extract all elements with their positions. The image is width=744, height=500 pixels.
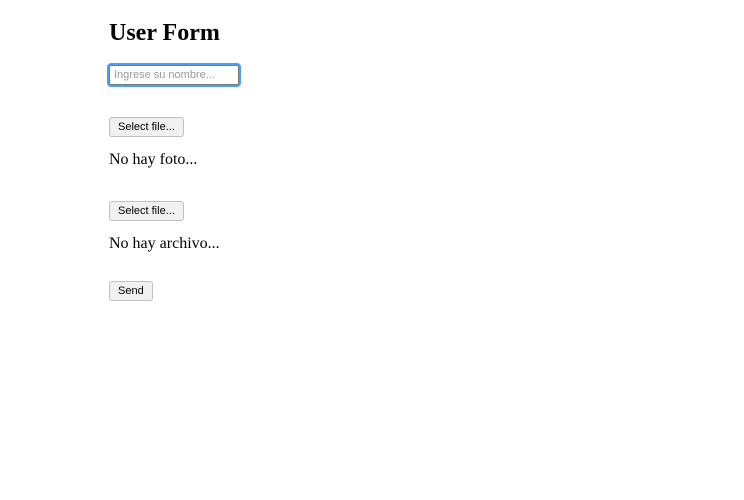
name-input[interactable] (109, 65, 239, 85)
photo-status: No hay foto... (109, 151, 744, 169)
file-status: No hay archivo... (109, 235, 744, 253)
send-button[interactable]: Send (109, 281, 153, 301)
form-container: User Form Select file... No hay foto... … (0, 0, 744, 301)
page-title: User Form (109, 20, 744, 47)
file-row: Select file... No hay archivo... (109, 201, 744, 253)
select-file-button[interactable]: Select file... (109, 201, 184, 221)
photo-row: Select file... No hay foto... (109, 117, 744, 169)
select-photo-button[interactable]: Select file... (109, 117, 184, 137)
